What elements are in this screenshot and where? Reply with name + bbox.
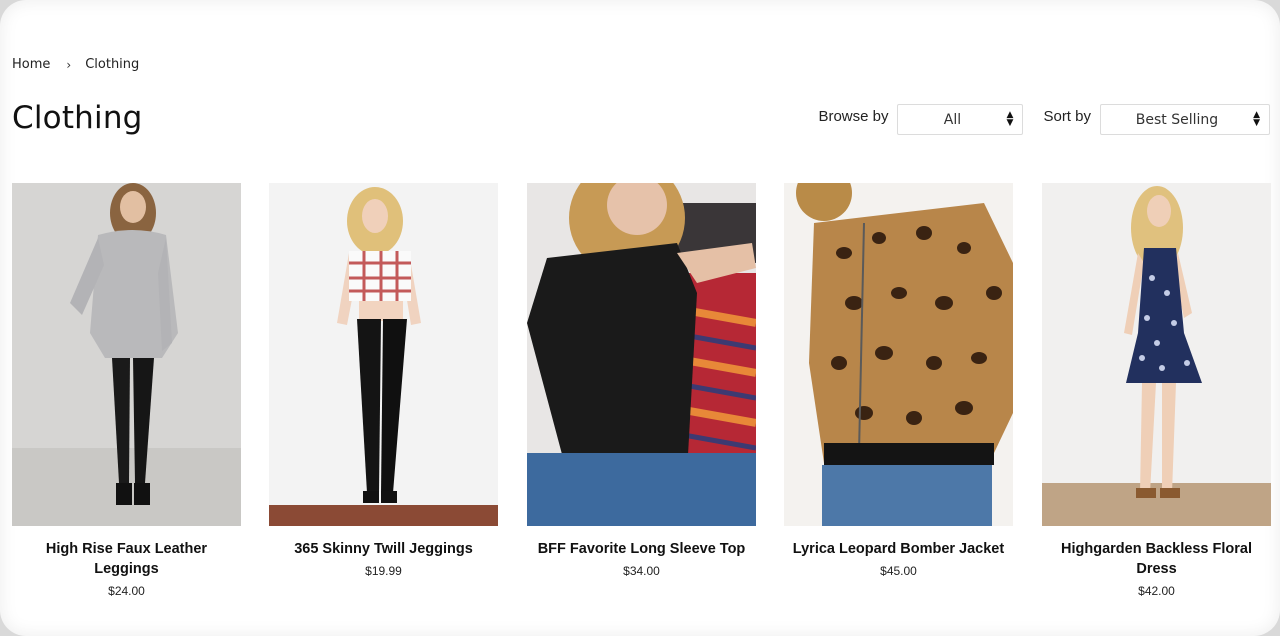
filter-controls: Browse by All ▲ ▼ Sort by Best Selling ▲ ▼ — [818, 104, 1270, 135]
sort-by-select[interactable]: Best Selling ▲ ▼ — [1100, 104, 1270, 135]
browse-by-label: Browse by — [818, 108, 889, 125]
product-price: $42.00 — [1138, 584, 1175, 598]
breadcrumb: Home › Clothing — [12, 57, 139, 72]
product-photo-dress[interactable] — [1042, 183, 1271, 526]
product-price: $45.00 — [880, 564, 917, 578]
product-price: $24.00 — [108, 584, 145, 598]
breadcrumb-separator-icon: › — [66, 57, 72, 72]
page-frame: Home › Clothing Clothing Browse by All ▲… — [0, 0, 1280, 636]
page-title: Clothing — [12, 100, 143, 136]
breadcrumb-home-link[interactable]: Home — [12, 57, 50, 72]
product-photo-top[interactable] — [527, 183, 756, 526]
product-card[interactable]: Highgarden Backless Floral Dress $42.00 — [1042, 183, 1271, 598]
product-photo-jeggings[interactable] — [269, 183, 498, 526]
product-card[interactable]: High Rise Faux Leather Leggings $24.00 — [12, 183, 241, 598]
product-price: $19.99 — [365, 564, 402, 578]
select-arrows-icon: ▲ ▼ — [1006, 110, 1014, 128]
sort-by-value: Best Selling — [1135, 111, 1219, 128]
product-name[interactable]: High Rise Faux Leather Leggings — [12, 539, 241, 579]
product-name[interactable]: 365 Skinny Twill Jeggings — [269, 539, 498, 559]
product-name[interactable]: BFF Favorite Long Sleeve Top — [527, 539, 756, 559]
browse-by-value: All — [943, 111, 962, 128]
select-arrows-icon: ▲ ▼ — [1253, 110, 1260, 128]
product-card[interactable]: Lyrica Leopard Bomber Jacket $45.00 — [784, 183, 1013, 578]
product-photo-jacket[interactable] — [784, 183, 1013, 526]
breadcrumb-current: Clothing — [85, 57, 140, 72]
product-name[interactable]: Highgarden Backless Floral Dress — [1042, 539, 1271, 579]
product-card[interactable]: BFF Favorite Long Sleeve Top $34.00 — [527, 183, 756, 578]
product-photo-leggings[interactable] — [12, 183, 241, 526]
sort-by-label: Sort by — [1043, 108, 1091, 125]
browse-by-select[interactable]: All ▲ ▼ — [897, 104, 1024, 135]
product-card[interactable]: 365 Skinny Twill Jeggings $19.99 — [269, 183, 498, 578]
product-name[interactable]: Lyrica Leopard Bomber Jacket — [784, 539, 1013, 559]
product-price: $34.00 — [623, 564, 660, 578]
